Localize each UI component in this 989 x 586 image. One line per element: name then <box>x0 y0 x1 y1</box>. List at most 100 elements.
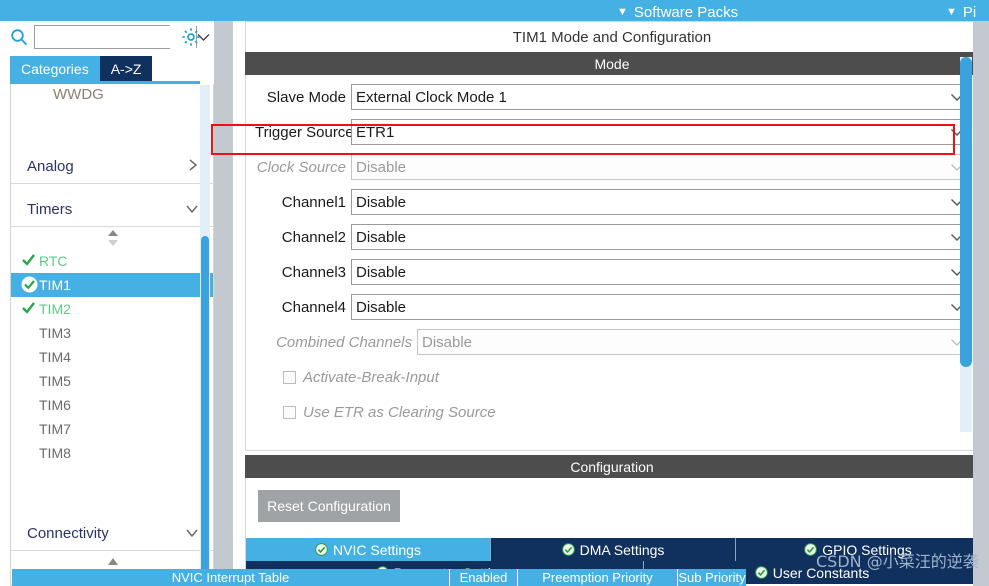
tab-a-to-z[interactable]: A->Z <box>99 56 153 81</box>
field-row-channel3: Channel3 Disable <box>255 258 971 286</box>
checkbox-use-etr-clearing-source-label: Use ETR as Clearing Source <box>303 403 496 421</box>
check-icon <box>21 252 36 270</box>
main-panel: TIM1 Mode and Configuration Mode Slave M… <box>233 21 989 586</box>
page-title: TIM1 Mode and Configuration <box>245 21 979 52</box>
search-box[interactable] <box>34 25 210 49</box>
select-combined-channels[interactable]: Disable <box>417 329 971 355</box>
chevron-down-icon: ▼ <box>617 6 628 18</box>
sidebar-category-timers[interactable]: Timers <box>11 193 213 227</box>
select-channel1-value: Disable <box>356 193 407 211</box>
peripherals-sidebar: Categories A->Z WWDG Analog Timers RTC T… <box>0 21 233 586</box>
checkbox-use-etr-clearing-source[interactable] <box>283 405 296 419</box>
scroll-spinner[interactable] <box>11 227 213 249</box>
sidebar-item-tim4[interactable]: TIM4 <box>11 345 213 369</box>
check-circle-icon <box>804 543 818 556</box>
menu-pinout-label: Pi <box>962 4 977 21</box>
field-row-channel4: Channel4 Disable <box>255 293 971 321</box>
label-channel3: Channel3 <box>281 263 346 281</box>
menu-software-packs[interactable]: ▼ Software Packs <box>617 4 738 21</box>
gear-icon[interactable] <box>180 26 202 48</box>
top-menu-bar: ▼ Software Packs ▼ Pi <box>0 0 989 21</box>
label-trigger-source: Trigger Source <box>255 123 354 141</box>
sidebar-item-tim5[interactable]: TIM5 <box>11 369 213 393</box>
field-row-combined-channels: Combined Channels Disable <box>255 328 971 356</box>
nvic-table-header-row: NVIC Interrupt Table Enabled Preemption … <box>12 569 746 586</box>
checkbox-activate-break-input[interactable] <box>283 370 296 384</box>
field-row-trigger-source: Trigger Source ETR1 <box>255 118 971 146</box>
tab-dma-settings-label: DMA Settings <box>579 541 665 558</box>
sidebar-item-tim6[interactable]: TIM6 <box>11 393 213 417</box>
tab-categories[interactable]: Categories <box>10 56 100 81</box>
sidebar-tabs: Categories A->Z <box>10 56 153 81</box>
sidebar-item-tim3-label: TIM3 <box>39 325 71 341</box>
check-circle-icon <box>754 566 768 579</box>
checkbox-row-use-etr-clearing-source[interactable]: Use ETR as Clearing Source <box>283 400 496 424</box>
tab-a-to-z-label: A->Z <box>110 60 142 77</box>
select-channel4[interactable]: Disable <box>351 294 971 320</box>
chevron-down-icon: ▼ <box>946 6 957 18</box>
chevron-down-icon <box>185 526 199 542</box>
select-trigger-source-value: ETR1 <box>356 123 395 141</box>
select-channel1[interactable]: Disable <box>351 189 971 215</box>
sidebar-category-analog[interactable]: Analog <box>11 150 213 184</box>
checkbox-row-activate-break-input[interactable]: Activate-Break-Input <box>283 365 439 389</box>
chevron-down-icon <box>185 202 199 218</box>
label-clock-source: Clock Source <box>256 158 346 176</box>
tab-dma-settings[interactable]: DMA Settings <box>491 538 736 561</box>
sidebar-item-tim8[interactable]: TIM8 <box>11 441 213 465</box>
column-header-enabled[interactable]: Enabled <box>450 569 518 586</box>
menu-software-packs-label: Software Packs <box>633 4 739 21</box>
field-row-slave-mode: Slave Mode External Clock Mode 1 <box>255 83 971 111</box>
sidebar-item-rtc-label: RTC <box>39 253 68 269</box>
search-input[interactable] <box>35 26 196 48</box>
tab-gpio-settings[interactable]: GPIO Settings <box>736 538 978 561</box>
select-channel4-value: Disable <box>356 298 407 316</box>
sidebar-item-rtc[interactable]: RTC <box>11 249 213 273</box>
column-header-preemption-priority[interactable]: Preemption Priority <box>518 569 678 586</box>
sidebar-item-tim2[interactable]: TIM2 <box>11 297 213 321</box>
config-tabs-row-1: NVIC Settings DMA Settings GPIO Settings <box>246 538 978 561</box>
peripheral-item-wwdg[interactable]: WWDG <box>11 84 213 106</box>
main-scrollbar-thumb[interactable] <box>960 57 972 367</box>
label-combined-channels: Combined Channels <box>276 333 412 351</box>
select-channel3-value: Disable <box>356 263 407 281</box>
chevron-right-icon <box>187 158 199 175</box>
select-clock-source-value: Disable <box>356 158 407 176</box>
sidebar-item-tim4-label: TIM4 <box>39 349 71 365</box>
sidebar-item-tim1-label: TIM1 <box>39 277 71 293</box>
sidebar-divider <box>214 21 233 586</box>
select-slave-mode-value: External Clock Mode 1 <box>356 88 507 106</box>
select-channel2-value: Disable <box>356 228 407 246</box>
peripheral-tree: WWDG Analog Timers RTC TIM1 TIM2 TIM3 TI… <box>10 84 214 586</box>
sidebar-category-timers-label: Timers <box>27 201 73 218</box>
search-row <box>0 21 233 53</box>
select-trigger-source[interactable]: ETR1 <box>351 119 971 145</box>
select-channel2[interactable]: Disable <box>351 224 971 250</box>
sidebar-category-analog-label: Analog <box>27 158 74 175</box>
right-gutter <box>973 21 989 586</box>
select-slave-mode[interactable]: External Clock Mode 1 <box>351 84 971 110</box>
app-window: ▼ Software Packs ▼ Pi Categories A->Z WW… <box>0 0 989 586</box>
checkbox-activate-break-input-label: Activate-Break-Input <box>303 368 439 386</box>
select-clock-source[interactable]: Disable <box>351 154 971 180</box>
label-slave-mode: Slave Mode <box>266 88 346 106</box>
select-combined-channels-value: Disable <box>422 333 473 351</box>
sidebar-item-tim2-label: TIM2 <box>39 301 71 317</box>
column-header-sub-priority[interactable]: Sub Priority <box>678 569 746 586</box>
sidebar-category-connectivity[interactable]: Connectivity <box>11 517 213 551</box>
reset-configuration-button[interactable]: Reset Configuration <box>258 490 400 522</box>
search-icon <box>10 28 28 46</box>
tab-user-constants-label: User Constants <box>772 564 870 581</box>
sidebar-item-tim3[interactable]: TIM3 <box>11 321 213 345</box>
sidebar-item-tim7-label: TIM7 <box>39 421 71 437</box>
menu-pinout[interactable]: ▼ Pi <box>946 4 976 21</box>
sidebar-item-tim5-label: TIM5 <box>39 373 71 389</box>
sidebar-category-connectivity-label: Connectivity <box>27 525 109 542</box>
sidebar-item-tim1[interactable]: TIM1 <box>11 273 213 297</box>
sidebar-scrollbar-thumb[interactable] <box>201 236 209 584</box>
select-channel3[interactable]: Disable <box>351 259 971 285</box>
field-row-channel1: Channel1 Disable <box>255 188 971 216</box>
column-header-nvic-interrupt-table[interactable]: NVIC Interrupt Table <box>12 569 450 586</box>
tab-nvic-settings[interactable]: NVIC Settings <box>246 538 491 561</box>
sidebar-item-tim7[interactable]: TIM7 <box>11 417 213 441</box>
